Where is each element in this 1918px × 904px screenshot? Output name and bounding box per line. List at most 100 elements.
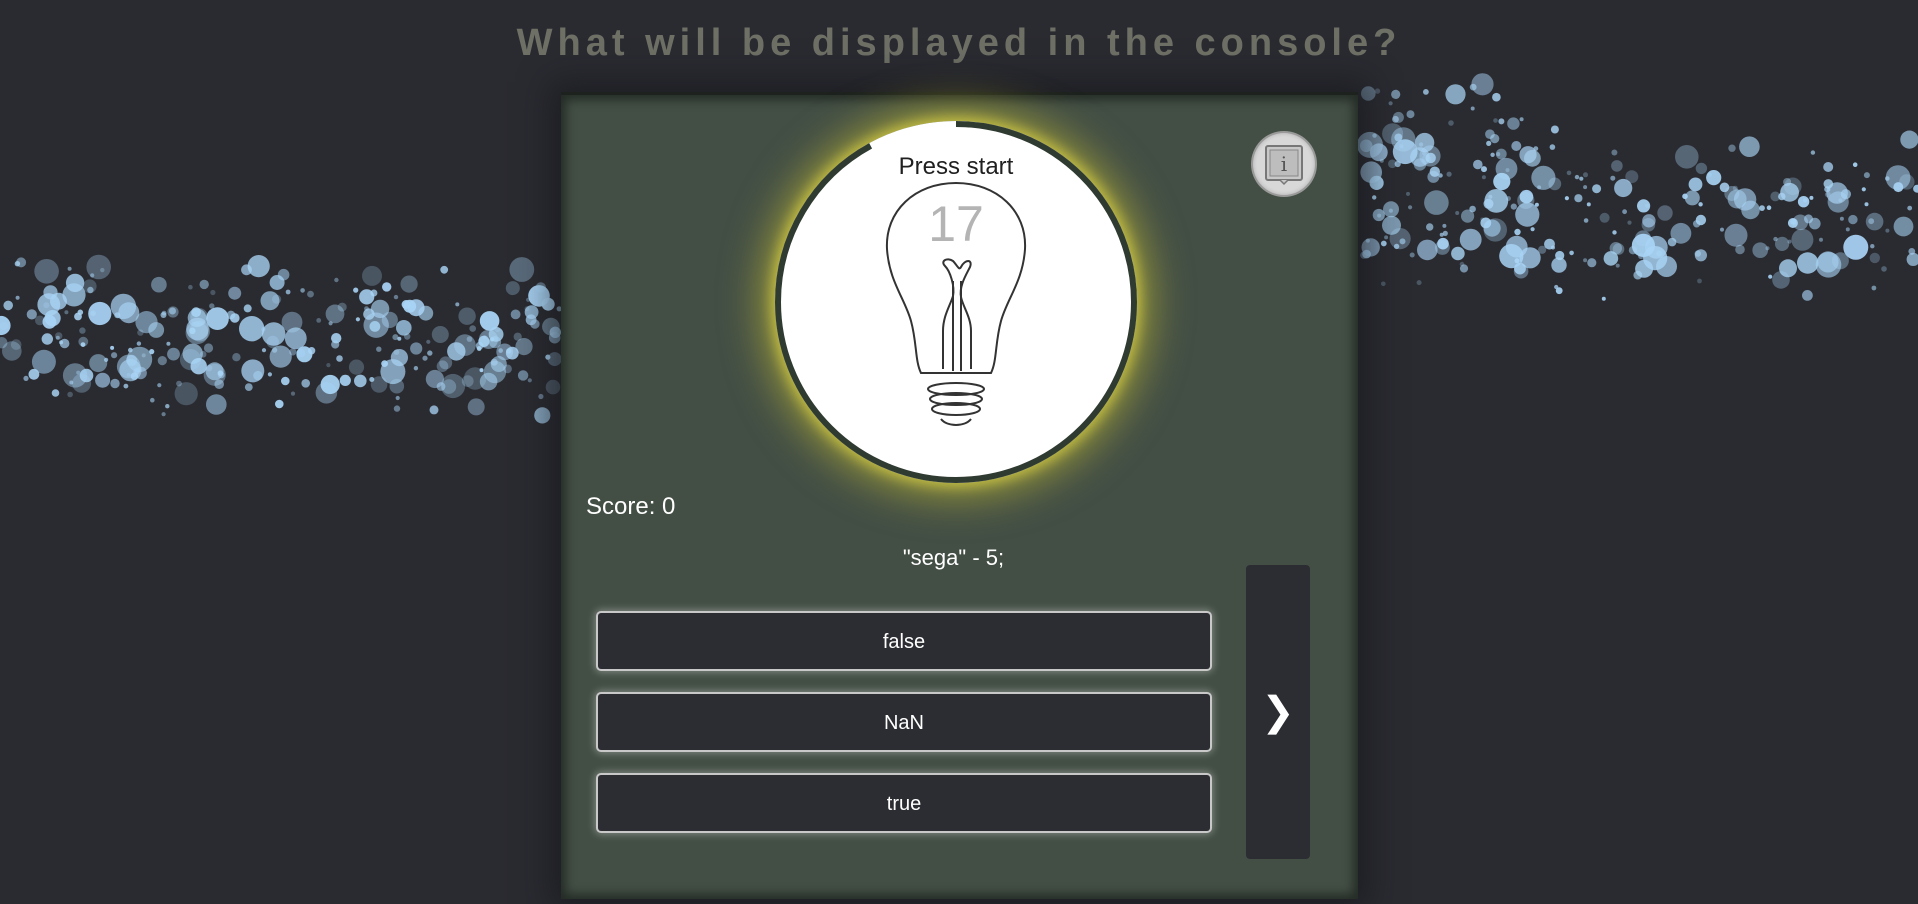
particle xyxy=(1417,239,1438,261)
particle xyxy=(482,335,487,340)
particle xyxy=(1780,182,1799,202)
particle xyxy=(1583,185,1588,190)
particle xyxy=(1451,246,1465,261)
particle xyxy=(275,399,284,409)
particle xyxy=(1612,243,1625,255)
particle xyxy=(1362,249,1371,259)
particle xyxy=(479,372,498,391)
particle xyxy=(1372,195,1377,200)
particle xyxy=(1587,258,1597,268)
particle xyxy=(261,327,266,332)
particle xyxy=(80,342,86,347)
particle xyxy=(1791,228,1814,251)
particle xyxy=(281,376,290,386)
particle xyxy=(1852,162,1858,167)
particle xyxy=(1907,205,1913,211)
particle xyxy=(1446,171,1452,177)
particle xyxy=(1863,172,1870,179)
particle xyxy=(439,356,453,370)
particle xyxy=(426,339,431,344)
particle xyxy=(1819,237,1823,242)
particle xyxy=(469,325,477,332)
particle xyxy=(86,254,111,280)
particle xyxy=(1374,88,1381,94)
particle xyxy=(1473,159,1483,170)
particle xyxy=(210,289,216,296)
particle xyxy=(289,348,297,356)
particle xyxy=(1599,212,1610,223)
particle xyxy=(1885,165,1911,191)
particle xyxy=(1815,251,1842,278)
particle xyxy=(545,379,561,395)
particle xyxy=(1741,200,1760,220)
particle xyxy=(67,266,72,271)
answer-button-2[interactable]: NaN xyxy=(598,694,1210,750)
particle xyxy=(205,364,213,372)
particle xyxy=(261,322,286,346)
particle xyxy=(1770,191,1781,202)
particle xyxy=(325,304,345,324)
next-button[interactable]: ❯ xyxy=(1246,565,1310,859)
particle xyxy=(1389,228,1411,250)
particle xyxy=(1483,198,1494,209)
particle xyxy=(545,354,551,360)
particle xyxy=(157,383,162,388)
particle xyxy=(1601,296,1606,301)
particle xyxy=(395,395,400,401)
particle xyxy=(1802,290,1813,301)
particle xyxy=(88,301,112,326)
particle xyxy=(230,313,240,323)
particle xyxy=(413,366,419,371)
particle xyxy=(126,346,153,373)
answer-button-1[interactable]: false xyxy=(598,613,1210,669)
particle xyxy=(1537,185,1542,190)
particle xyxy=(161,412,166,417)
particle xyxy=(1490,152,1495,157)
particle xyxy=(380,359,406,385)
particle xyxy=(1369,143,1388,162)
particle xyxy=(1514,228,1521,236)
particle xyxy=(1637,199,1651,213)
answer-button-3[interactable]: true xyxy=(598,775,1210,831)
particle xyxy=(1495,157,1518,180)
particle xyxy=(281,311,303,333)
particle xyxy=(353,287,359,293)
particle xyxy=(23,375,29,381)
particle xyxy=(188,284,193,290)
particle xyxy=(267,372,272,377)
particle xyxy=(547,352,562,367)
particle xyxy=(1838,198,1843,203)
particle xyxy=(247,255,270,278)
particle xyxy=(206,394,227,415)
particle xyxy=(261,348,267,353)
particle xyxy=(1359,139,1373,153)
particle xyxy=(1392,139,1418,165)
particle xyxy=(538,393,544,400)
chevron-right-icon: ❯ xyxy=(1261,690,1295,734)
particle xyxy=(169,307,176,315)
particle xyxy=(422,355,428,361)
particle xyxy=(1360,161,1382,183)
particle xyxy=(1439,232,1444,237)
particle xyxy=(334,277,339,283)
particle xyxy=(62,283,86,307)
particle xyxy=(1470,106,1475,111)
particle xyxy=(1698,202,1703,207)
particle xyxy=(150,397,155,403)
particle xyxy=(79,327,86,334)
particle xyxy=(1515,202,1540,227)
particle xyxy=(157,356,167,366)
particle xyxy=(455,302,460,307)
particle xyxy=(1861,187,1866,192)
particle xyxy=(1823,179,1834,189)
particle xyxy=(114,312,121,319)
particle xyxy=(393,294,399,300)
particle xyxy=(1551,257,1567,273)
info-button[interactable]: i xyxy=(1253,133,1315,195)
particle xyxy=(1511,141,1522,151)
particle xyxy=(339,374,351,386)
particle xyxy=(1583,172,1588,178)
particle xyxy=(355,317,360,322)
particle xyxy=(1408,205,1413,210)
particle xyxy=(1787,218,1798,228)
